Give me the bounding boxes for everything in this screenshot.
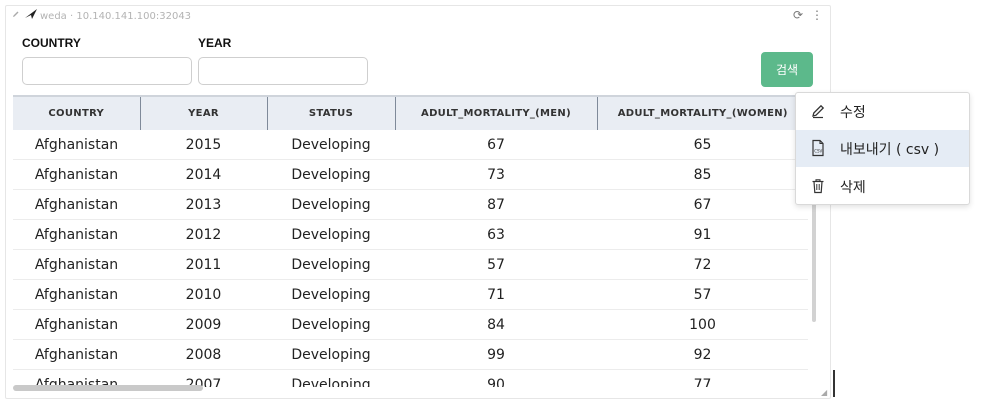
cell-year: 2011: [140, 249, 267, 280]
menu-item-export-csv[interactable]: CSV 내보내기 ( csv ): [796, 130, 969, 167]
menu-item-label: 내보내기 ( csv ): [840, 142, 940, 158]
cell-year: 2009: [140, 309, 267, 340]
search-button[interactable]: 검색: [761, 52, 813, 87]
paper-plane-icon: [24, 8, 38, 23]
trash-icon: [810, 177, 826, 195]
cell-country: Afghanistan: [13, 309, 140, 340]
pencil-icon: [810, 102, 826, 120]
cell-mortality-men: 84: [395, 309, 597, 340]
cell-country: Afghanistan: [13, 339, 140, 370]
cell-mortality-women: 100: [597, 309, 808, 340]
country-filter-input[interactable]: [22, 57, 192, 85]
column-header-year[interactable]: YEAR: [140, 95, 268, 130]
table-row[interactable]: Afghanistan 2008 Developing 99 92: [13, 339, 808, 370]
data-source-label: weda · 10.140.141.100:32043: [40, 11, 192, 22]
cell-mortality-women: 85: [597, 159, 808, 190]
cell-mortality-men: 57: [395, 249, 597, 280]
cell-mortality-men: 90: [395, 369, 597, 387]
column-header-country[interactable]: COUNTRY: [13, 95, 141, 130]
year-filter-input[interactable]: [198, 57, 368, 85]
menu-item-delete[interactable]: 삭제: [796, 168, 969, 205]
panel-header: weda · 10.140.141.100:32043 ⟳ ⋮: [6, 6, 830, 26]
cell-mortality-men: 73: [395, 159, 597, 190]
menu-item-label: 삭제: [840, 180, 866, 196]
cell-country: Afghanistan: [13, 219, 140, 250]
cell-status: Developing: [267, 309, 395, 340]
cell-mortality-women: 92: [597, 339, 808, 370]
csv-file-icon: CSV: [810, 139, 826, 157]
cell-mortality-men: 99: [395, 339, 597, 370]
table-row[interactable]: Afghanistan 2009 Developing 84 100: [13, 309, 808, 340]
menu-item-edit[interactable]: 수정: [796, 93, 969, 130]
context-menu: 수정 CSV 내보내기 ( csv ) 삭제: [795, 92, 970, 205]
more-options-icon[interactable]: ⋮: [811, 8, 823, 22]
cell-year: 2013: [140, 189, 267, 220]
cell-mortality-men: 67: [395, 130, 597, 160]
table-header-row: COUNTRY YEAR STATUS ADULT_MORTALITY_(MEN…: [13, 95, 808, 130]
cell-country: Afghanistan: [13, 130, 140, 160]
column-header-status[interactable]: STATUS: [267, 95, 396, 130]
cell-mortality-women: 91: [597, 219, 808, 250]
table-row[interactable]: Afghanistan 2013 Developing 87 67: [13, 189, 808, 220]
cell-country: Afghanistan: [13, 189, 140, 220]
cell-status: Developing: [267, 189, 395, 220]
cell-country: Afghanistan: [13, 249, 140, 280]
cell-country: Afghanistan: [13, 279, 140, 310]
cell-mortality-women: 77: [597, 369, 808, 387]
cell-status: Developing: [267, 130, 395, 160]
table-row[interactable]: Afghanistan 2012 Developing 63 91: [13, 219, 808, 250]
cell-mortality-men: 71: [395, 279, 597, 310]
cell-mortality-women: 72: [597, 249, 808, 280]
cell-status: Developing: [267, 219, 395, 250]
table-row[interactable]: Afghanistan 2010 Developing 71 57: [13, 279, 808, 310]
data-table: COUNTRY YEAR STATUS ADULT_MORTALITY_(MEN…: [13, 95, 808, 387]
cell-status: Developing: [267, 279, 395, 310]
table-row[interactable]: Afghanistan 2011 Developing 57 72: [13, 249, 808, 280]
table-row[interactable]: Afghanistan 2015 Developing 67 65: [13, 130, 808, 160]
column-header-adult-mortality-men[interactable]: ADULT_MORTALITY_(MEN): [395, 95, 598, 130]
cell-year: 2014: [140, 159, 267, 190]
year-filter-label: YEAR: [198, 36, 232, 50]
cell-mortality-women: 65: [597, 130, 808, 160]
resize-handle-icon[interactable]: ◢: [821, 388, 827, 397]
horizontal-scrollbar[interactable]: [13, 385, 203, 391]
vertical-scrollbar[interactable]: [812, 200, 816, 322]
cell-mortality-women: 57: [597, 279, 808, 310]
text-cursor: [833, 370, 835, 397]
cell-mortality-women: 67: [597, 189, 808, 220]
menu-item-label: 수정: [840, 105, 866, 121]
svg-text:CSV: CSV: [814, 149, 822, 154]
cell-mortality-men: 63: [395, 219, 597, 250]
table-row[interactable]: Afghanistan 2014 Developing 73 85: [13, 159, 808, 190]
cell-country: Afghanistan: [13, 159, 140, 190]
cell-year: 2015: [140, 130, 267, 160]
cell-status: Developing: [267, 159, 395, 190]
country-filter-label: COUNTRY: [22, 36, 81, 50]
cell-mortality-men: 87: [395, 189, 597, 220]
column-header-adult-mortality-women[interactable]: ADULT_MORTALITY_(WOMEN): [597, 95, 808, 130]
pencil-icon[interactable]: [12, 10, 20, 21]
cell-status: Developing: [267, 249, 395, 280]
cell-status: Developing: [267, 339, 395, 370]
cell-year: 2010: [140, 279, 267, 310]
refresh-icon[interactable]: ⟳: [793, 8, 803, 22]
cell-year: 2008: [140, 339, 267, 370]
cell-year: 2012: [140, 219, 267, 250]
cell-status: Developing: [267, 369, 395, 387]
